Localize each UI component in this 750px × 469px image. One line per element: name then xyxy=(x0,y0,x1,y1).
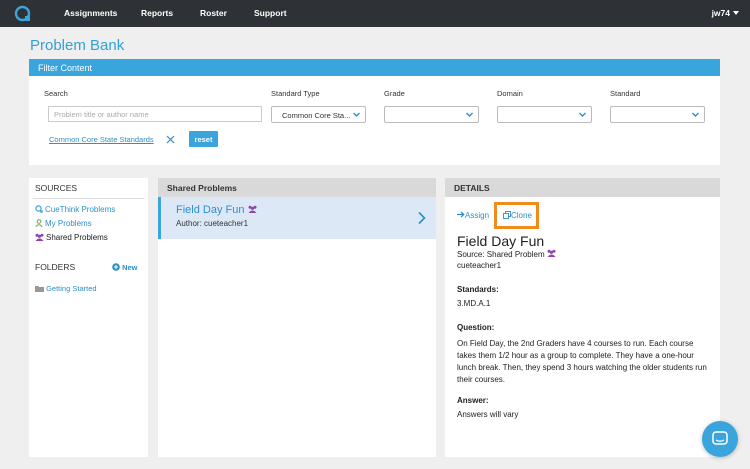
source-cuethink[interactable]: CueThink Problems xyxy=(35,205,115,214)
chevron-down-icon xyxy=(466,112,473,117)
detail-source-text: Source: Shared Problem xyxy=(457,250,545,259)
search-input[interactable]: Problem title or author name xyxy=(48,106,262,122)
chevron-down-icon xyxy=(353,112,360,117)
problem-row[interactable]: Field Day Fun Author: cueteacher1 xyxy=(158,197,436,239)
magnifier-icon xyxy=(35,205,43,213)
nav-reports[interactable]: Reports xyxy=(141,8,173,18)
standards-label: Standards: xyxy=(457,285,499,294)
problem-title: Field Day Fun xyxy=(176,204,257,216)
answer-text: Answers will vary xyxy=(457,410,519,419)
active-filter-chip[interactable]: Common Core State Standards xyxy=(49,135,154,144)
reset-button[interactable]: reset xyxy=(189,131,218,147)
question-label: Question: xyxy=(457,323,495,332)
close-icon[interactable] xyxy=(166,135,175,144)
domain-label: Domain xyxy=(497,89,523,98)
domain-select[interactable] xyxy=(497,106,592,123)
details-panel: DETAILS Assign Clone Field Day Fun Sourc… xyxy=(445,178,720,457)
chevron-right-icon[interactable] xyxy=(417,211,426,225)
chevron-down-icon xyxy=(579,112,586,117)
copy-icon xyxy=(503,211,511,219)
person-icon xyxy=(35,219,43,228)
source-my-problems[interactable]: My Problems xyxy=(35,219,92,228)
standard-select[interactable] xyxy=(610,106,705,123)
standards-value: 3.MD.A.1 xyxy=(457,299,491,308)
detail-title: Field Day Fun xyxy=(457,233,545,249)
plus-circle-icon xyxy=(112,263,120,271)
cuethink-logo-icon[interactable] xyxy=(14,5,31,22)
filter-header: Filter Content xyxy=(29,59,720,76)
source-label: CueThink Problems xyxy=(45,205,116,214)
filter-panel: Filter Content Search Standard Type Grad… xyxy=(29,59,720,165)
standard-type-value: Common Core Sta... xyxy=(282,111,351,120)
search-label: Search xyxy=(44,89,68,98)
nav-assignments[interactable]: Assignments xyxy=(64,8,117,18)
new-folder-label: New xyxy=(122,263,138,272)
clone-button[interactable]: Clone xyxy=(494,202,539,229)
sources-panel: SOURCES CueThink Problems My Problems Sh… xyxy=(29,178,148,457)
standard-type-label: Standard Type xyxy=(271,89,320,98)
caret-down-icon xyxy=(733,11,739,15)
group-icon xyxy=(547,249,556,257)
source-label: My Problems xyxy=(45,219,92,228)
divider xyxy=(33,198,144,199)
user-name: jw74 xyxy=(711,8,730,18)
detail-source: Source: Shared Problem xyxy=(457,249,556,259)
folder-item[interactable]: Getting Started xyxy=(35,284,97,293)
grade-select[interactable] xyxy=(384,106,479,123)
group-icon xyxy=(35,233,44,241)
problem-author: Author: cueteacher1 xyxy=(176,219,249,228)
grade-label: Grade xyxy=(384,89,405,98)
folder-label: Getting Started xyxy=(46,284,97,293)
chat-button[interactable] xyxy=(702,421,738,457)
answer-label: Answer: xyxy=(457,396,489,405)
chevron-down-icon xyxy=(692,112,699,117)
folders-title: FOLDERS xyxy=(35,262,76,272)
assign-button[interactable]: Assign xyxy=(457,211,489,220)
chat-bubble-icon xyxy=(712,431,728,445)
standard-label: Standard xyxy=(610,89,641,98)
arrow-right-icon xyxy=(457,211,465,218)
question-text: On Field Day, the 2nd Graders have 4 cou… xyxy=(457,339,707,384)
nav-roster[interactable]: Roster xyxy=(200,8,227,18)
new-folder-button[interactable]: New xyxy=(112,263,138,272)
page-title: Problem Bank xyxy=(30,37,125,54)
clone-label: Clone xyxy=(511,211,532,220)
shared-problems-header: Shared Problems xyxy=(158,178,436,197)
source-label: Shared Problems xyxy=(46,233,108,242)
user-menu[interactable]: jw74 xyxy=(712,8,739,18)
problem-title-text: Field Day Fun xyxy=(176,204,245,216)
sources-title: SOURCES xyxy=(35,183,78,193)
group-icon xyxy=(248,205,257,213)
folder-icon xyxy=(35,286,44,292)
shared-problems-panel: Shared Problems Field Day Fun Author: cu… xyxy=(158,178,436,457)
detail-author: cueteacher1 xyxy=(457,261,502,270)
details-header: DETAILS xyxy=(445,178,720,197)
assign-label: Assign xyxy=(465,211,490,220)
standard-type-select[interactable]: Common Core Sta... xyxy=(271,106,366,123)
source-shared-problems[interactable]: Shared Problems xyxy=(35,233,108,242)
nav-support[interactable]: Support xyxy=(254,8,287,18)
top-nav: Assignments Reports Roster Support jw74 xyxy=(0,0,750,27)
